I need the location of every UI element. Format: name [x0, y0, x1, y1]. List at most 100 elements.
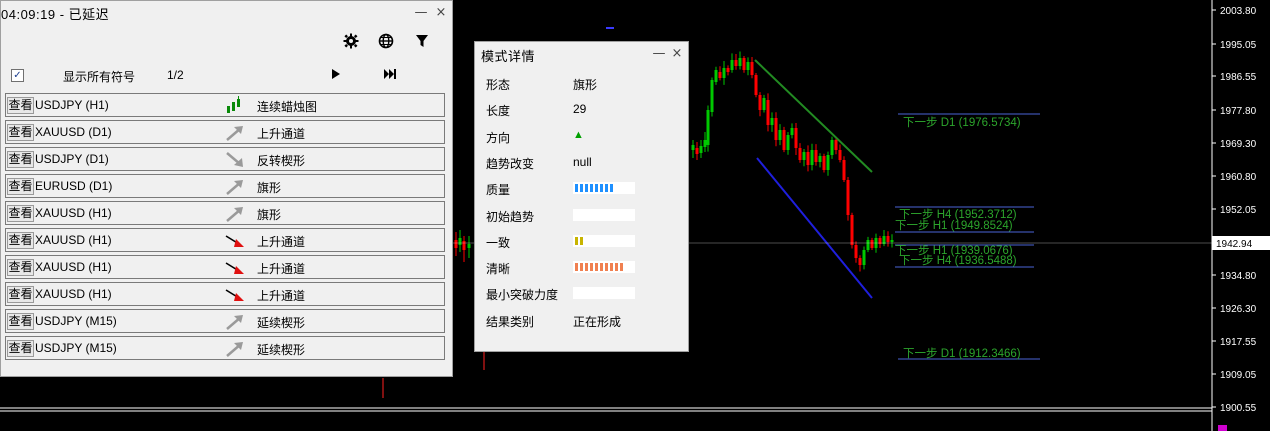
row-pattern-name: 旗形 [257, 181, 282, 195]
gear-icon[interactable] [342, 32, 360, 50]
view-button[interactable]: 查看 [7, 259, 34, 276]
pattern-row[interactable]: 查看 XAUUSD (H1) 旗形 [5, 201, 445, 225]
quality-meter [573, 182, 635, 195]
candle-body [710, 80, 714, 112]
row-symbol: XAUUSD (H1) [35, 287, 112, 301]
detail-row: 方向 ▲ [486, 129, 676, 145]
candle-body [778, 130, 782, 140]
projection-label: 下一步 D1 (1976.5734) [903, 116, 1021, 129]
pattern-row[interactable]: 查看 USDJPY (M15) 延续楔形 [5, 336, 445, 360]
candle-body [762, 98, 766, 110]
pattern-detail-panel: 模式详情 — × 形态 旗形 长度 29 方向 ▲ 趋势改变 null 质量 初始趋势 一致 清晰 最小… [474, 41, 689, 352]
meter-segment [580, 184, 583, 193]
detail-close-button[interactable]: × [670, 47, 684, 61]
candle-body [782, 130, 786, 150]
show-all-label: 显示所有符号 [63, 70, 136, 84]
row-pattern-name: 上升通道 [257, 289, 306, 303]
detail-row: 最小突破力度 [486, 286, 676, 302]
meter-segment [575, 236, 578, 245]
pattern-row[interactable]: 查看 USDJPY (M15) 延续楔形 [5, 309, 445, 333]
candle-body [454, 240, 458, 248]
pattern-row[interactable]: 查看 XAUUSD (H1) 上升通道 [5, 282, 445, 306]
detail-title: 模式详情 [481, 49, 536, 64]
view-button[interactable]: 查看 [7, 205, 34, 222]
meter-segment [595, 184, 598, 193]
show-all-checkbox[interactable]: ✓ [11, 69, 24, 82]
detail-value: 29 [573, 102, 587, 117]
row-symbol: XAUUSD (H1) [35, 206, 112, 220]
axis-price-label: 1917.55 [1220, 337, 1257, 348]
candle-body [858, 258, 862, 265]
candle-body [714, 70, 718, 82]
detail-row: 长度 29 [486, 102, 676, 118]
row-symbol: USDJPY (M15) [35, 341, 117, 355]
axis-price-label: 1952.05 [1220, 205, 1257, 216]
consistency-meter [573, 234, 635, 247]
meter-segment [620, 263, 623, 272]
view-button[interactable]: 查看 [7, 340, 34, 357]
view-button[interactable]: 查看 [7, 286, 34, 303]
candle-body [774, 118, 778, 140]
candle-body [738, 58, 742, 66]
arrow-up-gray-icon [224, 339, 246, 358]
axis-price-label: 1960.80 [1220, 172, 1257, 183]
row-pattern-name: 上升通道 [257, 235, 306, 249]
view-button[interactable]: 查看 [7, 232, 34, 249]
row-symbol: EURUSD (D1) [35, 179, 113, 193]
pattern-row[interactable]: 查看 USDJPY (D1) 反转楔形 [5, 147, 445, 171]
projection-label: 下一步 H4 (1936.5488) [899, 254, 1017, 267]
candle-body [722, 68, 726, 78]
list-titlebar[interactable]: 04:09:19 - 已延迟 [1, 1, 452, 25]
axis-price-label: 1926.30 [1220, 304, 1257, 315]
arrow-down-red-icon [224, 231, 246, 250]
candle-body [718, 72, 722, 78]
detail-label: 趋势改变 [486, 156, 535, 171]
view-button[interactable]: 查看 [7, 97, 34, 114]
arrow-down-gray-icon [224, 150, 246, 169]
detail-value: null [573, 154, 592, 169]
pattern-row[interactable]: 查看 EURUSD (D1) 旗形 [5, 174, 445, 198]
pattern-row[interactable]: 查看 XAUUSD (D1) 上升通道 [5, 120, 445, 144]
meter-segment [585, 263, 588, 272]
candle-body [822, 156, 826, 170]
candle-body [850, 215, 854, 245]
view-button[interactable]: 查看 [7, 313, 34, 330]
meter-segment [610, 263, 613, 272]
row-pattern-name: 延续楔形 [257, 343, 306, 357]
view-button[interactable]: 查看 [7, 124, 34, 141]
arrow-down-red-icon [224, 285, 246, 304]
globe-icon[interactable] [377, 32, 395, 50]
meter-segment [605, 184, 608, 193]
projection-levels: 下一步 D1 (1976.5734)下一步 H4 (1952.3712)下一步 … [895, 113, 1040, 360]
meter-segment [600, 184, 603, 193]
current-price-label: 1942.94 [1216, 239, 1253, 250]
candle-body [766, 100, 770, 125]
candle-body [790, 128, 794, 135]
arrow-up-gray-icon [224, 312, 246, 331]
candle-body [734, 60, 738, 66]
candle-body [467, 244, 471, 248]
pattern-row[interactable]: 查看 XAUUSD (H1) 上升通道 [5, 228, 445, 252]
close-button[interactable]: × [434, 6, 448, 20]
view-button[interactable]: 查看 [7, 151, 34, 168]
minimize-button[interactable]: — [414, 6, 428, 20]
detail-label: 结果类别 [486, 314, 535, 329]
filter-icon[interactable] [413, 32, 431, 50]
row-pattern-name: 旗形 [257, 208, 282, 222]
candle-body [754, 75, 758, 95]
next-page-icon[interactable] [330, 67, 342, 84]
row-symbol: XAUUSD (H1) [35, 233, 112, 247]
pattern-row[interactable]: 查看 XAUUSD (H1) 上升通道 [5, 255, 445, 279]
last-page-icon[interactable] [383, 67, 397, 84]
price-axis: 2003.80 1995.05 1986.55 1977.80 1969.30 1960.… [1212, 6, 1257, 414]
symbol-toolbar: ✓ 显示所有符号 1/2 [1, 67, 451, 85]
detail-minimize-button[interactable]: — [652, 47, 666, 61]
detail-value: 正在形成 [573, 314, 622, 329]
page-indicator: 1/2 [167, 68, 184, 82]
pattern-row[interactable]: 查看 USDJPY (H1) 连续蜡烛图 [5, 93, 445, 117]
axis-price-label: 2003.80 [1220, 6, 1257, 17]
row-symbol: USDJPY (D1) [35, 152, 109, 166]
candles-icon [224, 96, 246, 115]
detail-row: 清晰 [486, 260, 676, 276]
view-button[interactable]: 查看 [7, 178, 34, 195]
